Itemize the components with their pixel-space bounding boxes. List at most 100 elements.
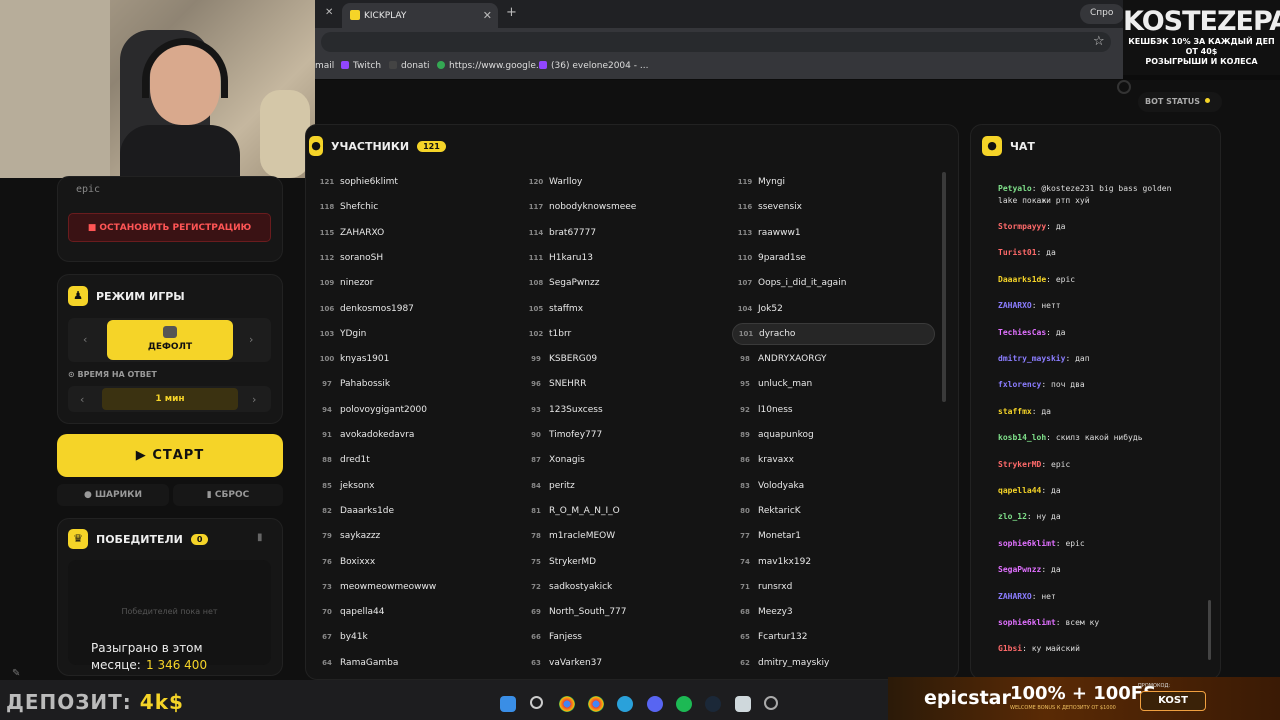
trash-icon[interactable]: ▮ (257, 532, 263, 543)
participant-item[interactable]: 118 Shefchic (314, 196, 517, 218)
participant-item[interactable]: 116 ssevensix (732, 196, 935, 218)
bookmark-donati[interactable]: donati (389, 61, 429, 71)
participant-item[interactable]: 92 l10ness (732, 399, 935, 421)
telegram-icon[interactable] (617, 696, 633, 712)
search-icon[interactable] (530, 696, 543, 709)
mode-default-option[interactable]: ДЕФОЛТ (107, 320, 233, 360)
participant-item[interactable]: 66 Fanjess (523, 626, 726, 648)
participant-item[interactable]: 85 jeksonx (314, 475, 517, 497)
side-tab[interactable]: Спро (1080, 4, 1124, 24)
edit-icon[interactable]: ✎ (12, 668, 20, 679)
chat-username[interactable]: fxlorency (998, 380, 1041, 389)
spotify-icon[interactable] (676, 696, 692, 712)
participant-item[interactable]: 74 mav1kx192 (732, 551, 935, 573)
address-input[interactable] (321, 32, 1111, 52)
participant-item[interactable]: 121 sophie6klimt (314, 171, 517, 193)
answer-time-value[interactable]: 1 мин (102, 388, 238, 410)
participant-item[interactable]: 108 SegaPwnzz (523, 272, 726, 294)
participant-item[interactable]: 79 saykazzz (314, 525, 517, 547)
participant-item[interactable]: 106 denkosmos1987 (314, 298, 517, 320)
chat-username[interactable]: staffmx (998, 407, 1032, 416)
chat-username[interactable]: StrykerMD (998, 460, 1041, 469)
participant-item[interactable]: 112 soranoSH (314, 247, 517, 269)
browser-tab-kickplay[interactable]: KICKPLAY ✕ (342, 3, 498, 28)
participant-item[interactable]: 95 unluck_man (732, 373, 935, 395)
stop-registration-button[interactable]: ■ ОСТАНОВИТЬ РЕГИСТРАЦИЮ (68, 213, 271, 242)
participant-item[interactable]: 99 KSBERG09 (523, 348, 726, 370)
chat-username[interactable]: Daaarks1de (998, 275, 1046, 284)
participant-item[interactable]: 93 123Suxcess (523, 399, 726, 421)
chevron-left-icon[interactable]: ‹ (80, 393, 84, 406)
participant-item[interactable]: 73 meowmeowmeowww (314, 576, 517, 598)
chat-username[interactable]: SegaPwnzz (998, 565, 1041, 574)
bookmark-google[interactable]: https://www.google... (437, 61, 544, 71)
participant-item[interactable]: 114 brat67777 (523, 222, 726, 244)
windows-start-icon[interactable] (500, 696, 516, 712)
chrome-icon[interactable] (559, 696, 575, 712)
participant-item[interactable]: 105 staffmx (523, 298, 726, 320)
participant-item[interactable]: 77 Monetar1 (732, 525, 935, 547)
participant-item[interactable]: 84 peritz (523, 475, 726, 497)
chat-username[interactable]: qapella44 (998, 486, 1041, 495)
participant-item[interactable]: 64 RamaGamba (314, 652, 517, 667)
participant-item[interactable]: 98 ANDRYXAORGY (732, 348, 935, 370)
participant-item[interactable]: 100 knyas1901 (314, 348, 517, 370)
close-tab-icon[interactable]: ✕ (325, 7, 333, 18)
close-icon[interactable]: ✕ (483, 9, 492, 22)
participant-item[interactable]: 113 raawww1 (732, 222, 935, 244)
participant-item[interactable]: 72 sadkostyakick (523, 576, 726, 598)
participant-item[interactable]: 102 t1brr (523, 323, 726, 345)
bookmark-twitch-evelone[interactable]: (36) evelone2004 - ... (539, 61, 648, 71)
chat-username[interactable]: ZAHARXO (998, 592, 1032, 601)
participant-item[interactable]: 111 H1karu13 (523, 247, 726, 269)
bookmark-star-icon[interactable]: ☆ (1093, 34, 1105, 49)
participant-item[interactable]: 91 avokadokedavra (314, 424, 517, 446)
chevron-left-icon[interactable]: ‹ (83, 333, 87, 346)
participant-item[interactable]: 115 ZAHARXO (314, 222, 517, 244)
new-tab-icon[interactable]: + (506, 5, 517, 20)
participant-item[interactable]: 97 Pahabossik (314, 373, 517, 395)
chevron-right-icon[interactable]: › (249, 333, 253, 346)
participant-item[interactable]: 86 kravaxx (732, 449, 935, 471)
participant-item[interactable]: 81 R_O_M_A_N_I_O (523, 500, 726, 522)
participant-item[interactable]: 88 dred1t (314, 449, 517, 471)
participant-item[interactable]: 82 Daaarks1de (314, 500, 517, 522)
participant-item[interactable]: 89 aquapunkog (732, 424, 935, 446)
participant-item[interactable]: 68 Meezy3 (732, 601, 935, 623)
participant-item[interactable]: 96 SNEHRR (523, 373, 726, 395)
chat-username[interactable]: zlo_12 (998, 512, 1027, 521)
chat-username[interactable]: dmitry_mayskiy (998, 354, 1065, 363)
participant-item[interactable]: 80 RektaricK (732, 500, 935, 522)
chevron-right-icon[interactable]: › (252, 393, 256, 406)
participant-item[interactable]: 67 by41k (314, 626, 517, 648)
chat-username[interactable]: Stormpayyy (998, 222, 1046, 231)
chat-username[interactable]: ZAHARXO (998, 301, 1032, 310)
participant-item[interactable]: 90 Timofey777 (523, 424, 726, 446)
start-button[interactable]: ▶ СТАРТ (57, 434, 283, 477)
chat-scrollbar[interactable] (1208, 600, 1211, 660)
chat-username[interactable]: TechiesCas (998, 328, 1046, 337)
participant-item[interactable]: 76 Boxixxx (314, 551, 517, 573)
chat-username[interactable]: Petyalo (998, 184, 1032, 193)
participant-item[interactable]: 63 vaVarken37 (523, 652, 726, 667)
participant-item[interactable]: 65 Fcartur132 (732, 626, 935, 648)
participant-item[interactable]: 75 StrykerMD (523, 551, 726, 573)
participant-item[interactable]: 71 runsrxd (732, 576, 935, 598)
notepad-icon[interactable] (735, 696, 751, 712)
balls-button[interactable]: ● ШАРИКИ (57, 484, 169, 506)
reset-button[interactable]: ▮ СБРОС (173, 484, 283, 506)
chat-username[interactable]: Turist01 (998, 248, 1037, 257)
participant-item[interactable]: 103 YDgin (314, 323, 517, 345)
bookmark-mail[interactable]: mail (315, 61, 334, 71)
participant-item[interactable]: 110 9parad1se (732, 247, 935, 269)
participant-item[interactable]: 83 Volodyaka (732, 475, 935, 497)
chrome-icon[interactable] (588, 696, 604, 712)
chat-username[interactable]: sophie6klimt (998, 539, 1056, 548)
participant-item[interactable]: 94 polovoygigant2000 (314, 399, 517, 421)
participant-item[interactable]: 87 Xonagis (523, 449, 726, 471)
steam-icon[interactable] (705, 696, 721, 712)
participant-item[interactable]: 62 dmitry_mayskiy (732, 652, 935, 667)
participant-item[interactable]: 70 qapella44 (314, 601, 517, 623)
participant-item[interactable]: 104 Jok52 (732, 298, 935, 320)
participant-item[interactable]: 107 Oops_i_did_it_again (732, 272, 935, 294)
